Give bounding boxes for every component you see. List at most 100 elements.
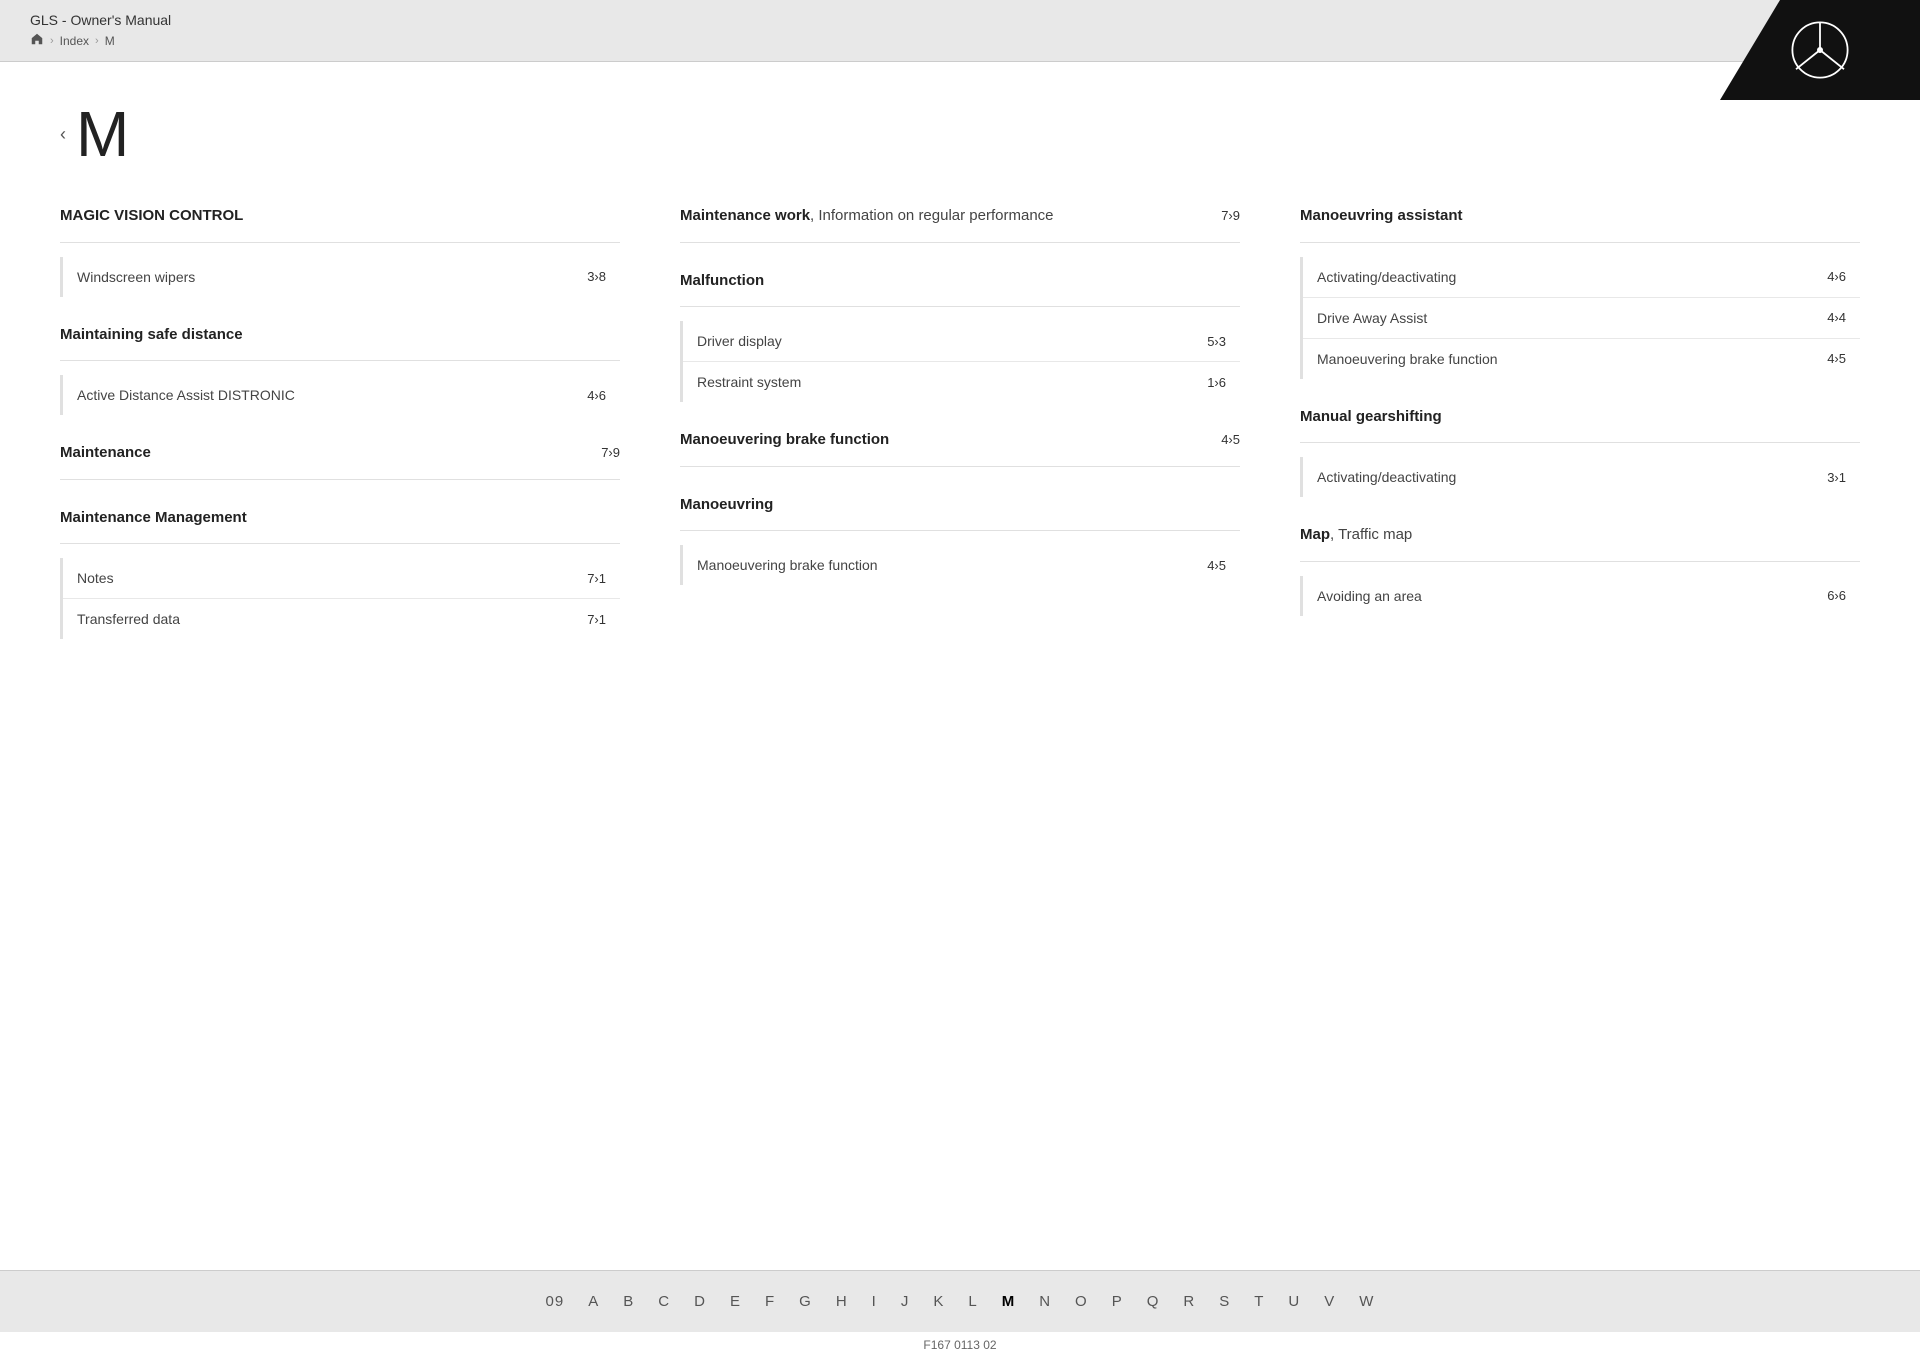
section-sep-manoeuvring-assistant: [1300, 242, 1860, 243]
sub-item-label-manoeuvring-assistant-0: Activating/deactivating: [1317, 269, 1827, 285]
sub-item-label-map-0: Avoiding an area: [1317, 588, 1827, 604]
prev-page-arrow[interactable]: ‹: [60, 124, 66, 145]
sub-item-page-manoeuvring-assistant-2: 4›5: [1827, 351, 1846, 366]
section-sep-manoeuvering-brake-mid: [680, 466, 1240, 467]
alpha-m[interactable]: M: [990, 1289, 1028, 1314]
section-sep-magic-vision-control: [60, 242, 620, 243]
alphabet-nav: 09ABCDEFGHIJKLMNOPQRSTUVW: [0, 1270, 1920, 1332]
alpha-e[interactable]: E: [718, 1289, 753, 1314]
sub-item-page-manoeuvring-assistant-0: 4›6: [1827, 269, 1846, 284]
sub-item-maintenance-management-0[interactable]: Notes7›1: [63, 558, 620, 599]
breadcrumb: › Index › M: [30, 32, 171, 49]
sub-item-manoeuvring-assistant-0[interactable]: Activating/deactivating4›6: [1303, 257, 1860, 298]
sub-item-malfunction-1[interactable]: Restraint system1›6: [683, 362, 1240, 402]
section-manoeuvring: Manoeuvring Manoeuvering brake function4›…: [680, 495, 1240, 586]
doc-footer: F167 0113 02: [0, 1332, 1920, 1358]
sub-item-maintenance-management-1[interactable]: Transferred data7›1: [63, 599, 620, 639]
alpha-k[interactable]: K: [921, 1289, 956, 1314]
sub-item-page-malfunction-0: 5›3: [1207, 334, 1226, 349]
section-maintenance: Maintenance7›9: [60, 443, 620, 480]
sub-item-maintaining-safe-distance-0[interactable]: Active Distance Assist DISTRONIC4›6: [63, 375, 620, 415]
sub-item-page-map-0: 6›6: [1827, 588, 1846, 603]
sub-items-malfunction: Driver display5›3Restraint system1›6: [680, 321, 1240, 402]
section-title-maintenance-work[interactable]: Maintenance work, Information on regular…: [680, 206, 1054, 226]
alpha-09[interactable]: 09: [534, 1289, 577, 1314]
sub-items-map: Avoiding an area6›6: [1300, 576, 1860, 616]
sub-item-map-0[interactable]: Avoiding an area6›6: [1303, 576, 1860, 616]
sub-item-page-manual-gearshifting-0: 3›1: [1827, 470, 1846, 485]
section-manual-gearshifting: Manual gearshifting Activating/deactivati…: [1300, 407, 1860, 498]
header-left: GLS - Owner's Manual › Index › M: [30, 12, 171, 49]
sub-item-magic-vision-control-0[interactable]: Windscreen wipers3›8: [63, 257, 620, 297]
alpha-h[interactable]: H: [824, 1289, 860, 1314]
alpha-f[interactable]: F: [753, 1289, 787, 1314]
section-title-manoeuvring-assistant[interactable]: Manoeuvring assistant: [1300, 206, 1463, 226]
section-title-bold-manoeuvering-brake-mid: Manoeuvering brake function: [680, 431, 889, 448]
sub-item-page-maintaining-safe-distance-0: 4›6: [587, 388, 606, 403]
sub-item-label-manoeuvring-assistant-2: Manoeuvering brake function: [1317, 351, 1827, 367]
section-title-row-maintenance: Maintenance7›9: [60, 443, 620, 473]
section-title-manual-gearshifting[interactable]: Manual gearshifting: [1300, 407, 1442, 427]
alpha-j[interactable]: J: [889, 1289, 922, 1314]
section-title-row-manual-gearshifting: Manual gearshifting: [1300, 407, 1860, 437]
breadcrumb-m[interactable]: M: [105, 34, 115, 48]
section-title-maintenance[interactable]: Maintenance: [60, 443, 151, 463]
alpha-q[interactable]: Q: [1135, 1289, 1172, 1314]
section-sep-maintaining-safe-distance: [60, 360, 620, 361]
section-page-ref-maintenance-work: 7›9: [1221, 208, 1240, 223]
alpha-w[interactable]: W: [1347, 1289, 1386, 1314]
alpha-g[interactable]: G: [787, 1289, 824, 1314]
document-title: GLS - Owner's Manual: [30, 12, 171, 28]
sub-item-label-maintenance-management-1: Transferred data: [77, 611, 587, 627]
sub-item-label-maintenance-management-0: Notes: [77, 570, 587, 586]
sub-item-manoeuvring-assistant-1[interactable]: Drive Away Assist4›4: [1303, 298, 1860, 339]
section-title-malfunction[interactable]: Malfunction: [680, 271, 764, 291]
alpha-v[interactable]: V: [1312, 1289, 1347, 1314]
sub-item-manoeuvring-assistant-2[interactable]: Manoeuvering brake function4›5: [1303, 339, 1860, 379]
breadcrumb-index[interactable]: Index: [60, 34, 89, 48]
home-icon[interactable]: [30, 32, 44, 49]
section-manoeuvering-brake-mid: Manoeuvering brake function4›5: [680, 430, 1240, 467]
sub-item-malfunction-0[interactable]: Driver display5›3: [683, 321, 1240, 362]
section-title-map[interactable]: Map, Traffic map: [1300, 525, 1412, 545]
section-magic-vision-control: MAGIC VISION CONTROL Windscreen wipers3›8: [60, 206, 620, 297]
alpha-p[interactable]: P: [1100, 1289, 1135, 1314]
sub-item-label-maintaining-safe-distance-0: Active Distance Assist DISTRONIC: [77, 387, 587, 403]
column-0: MAGIC VISION CONTROL Windscreen wipers3›8…: [60, 206, 620, 667]
section-sep-malfunction: [680, 306, 1240, 307]
section-title-manoeuvring[interactable]: Manoeuvring: [680, 495, 773, 515]
section-title-row-maintenance-management: Maintenance Management: [60, 508, 620, 538]
alpha-i[interactable]: I: [860, 1289, 889, 1314]
section-sep-map: [1300, 561, 1860, 562]
section-title-maintenance-management[interactable]: Maintenance Management: [60, 508, 247, 528]
section-title-row-manoeuvering-brake-mid: Manoeuvering brake function4›5: [680, 430, 1240, 460]
sub-item-label-manoeuvring-0: Manoeuvering brake function: [697, 557, 1207, 573]
alpha-d[interactable]: D: [682, 1289, 718, 1314]
section-title-row-magic-vision-control: MAGIC VISION CONTROL: [60, 206, 620, 236]
alpha-t[interactable]: T: [1242, 1289, 1276, 1314]
sub-item-page-malfunction-1: 1›6: [1207, 375, 1226, 390]
sub-item-manual-gearshifting-0[interactable]: Activating/deactivating3›1: [1303, 457, 1860, 497]
alpha-l[interactable]: L: [956, 1289, 989, 1314]
alpha-r[interactable]: R: [1171, 1289, 1207, 1314]
section-title-row-map: Map, Traffic map: [1300, 525, 1860, 555]
section-title-magic-vision-control[interactable]: MAGIC VISION CONTROL: [60, 206, 243, 226]
alpha-o[interactable]: O: [1063, 1289, 1100, 1314]
section-sep-maintenance-work: [680, 242, 1240, 243]
section-title-bold-maintenance-work: Maintenance work: [680, 207, 810, 224]
alpha-c[interactable]: C: [646, 1289, 682, 1314]
section-maintenance-work: Maintenance work, Information on regular…: [680, 206, 1240, 243]
alpha-n[interactable]: N: [1027, 1289, 1063, 1314]
alpha-b[interactable]: B: [611, 1289, 646, 1314]
alpha-s[interactable]: S: [1207, 1289, 1242, 1314]
sub-items-magic-vision-control: Windscreen wipers3›8: [60, 257, 620, 297]
sub-item-label-malfunction-1: Restraint system: [697, 374, 1207, 390]
alpha-a[interactable]: A: [576, 1289, 611, 1314]
alpha-u[interactable]: U: [1276, 1289, 1312, 1314]
sub-item-manoeuvring-0[interactable]: Manoeuvering brake function4›5: [683, 545, 1240, 585]
section-title-manoeuvering-brake-mid[interactable]: Manoeuvering brake function: [680, 430, 889, 450]
main-content: ‹ M MAGIC VISION CONTROLWindscreen wiper…: [0, 62, 1920, 1270]
sub-item-page-manoeuvring-0: 4›5: [1207, 558, 1226, 573]
section-title-maintaining-safe-distance[interactable]: Maintaining safe distance: [60, 325, 243, 345]
section-title-bold-manoeuvring: Manoeuvring: [680, 496, 773, 513]
